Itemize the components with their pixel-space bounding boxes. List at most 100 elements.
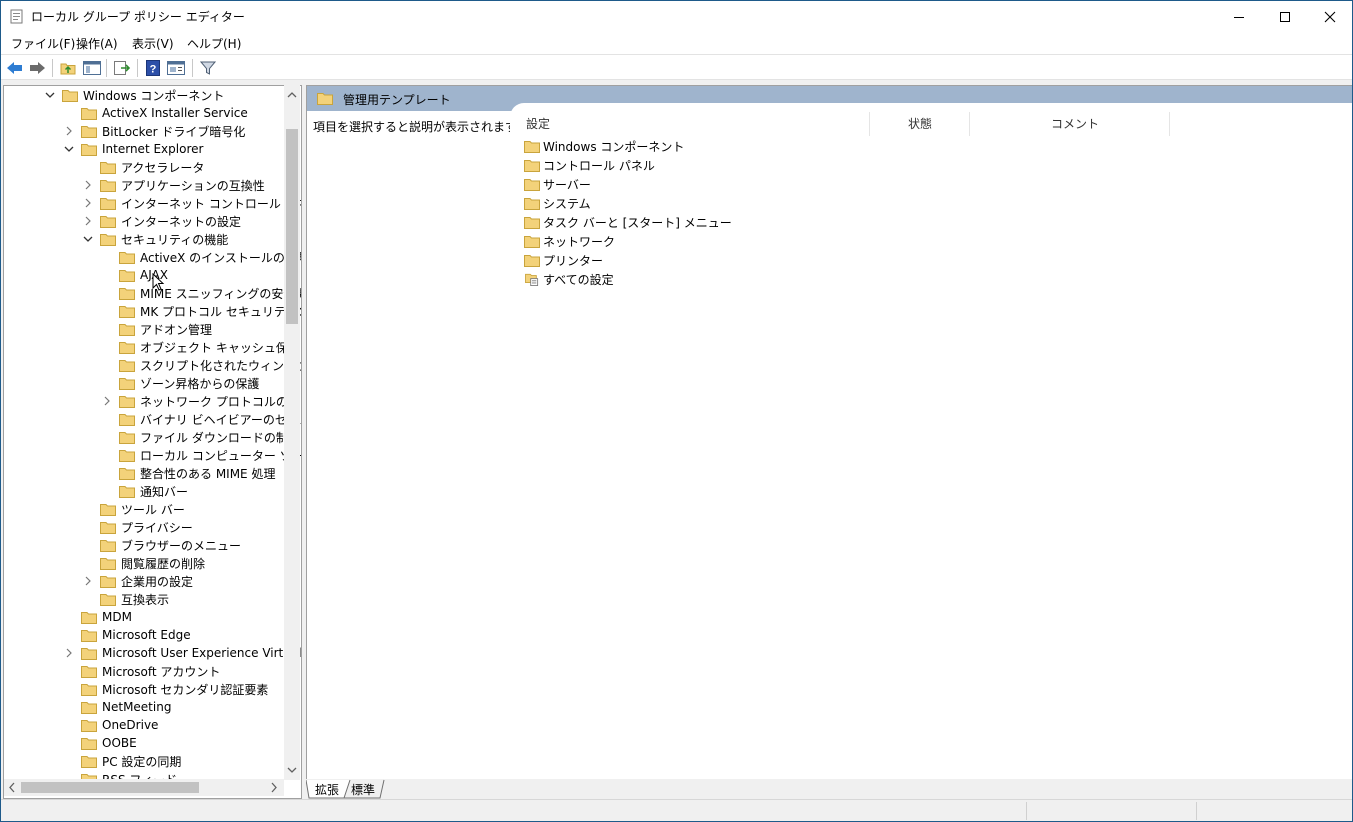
close-button[interactable] (1307, 1, 1352, 32)
tree-item[interactable]: ローカル コンピューター ゾーンのロックダウン (101, 446, 301, 464)
list-item[interactable]: コントロール パネル (524, 156, 655, 174)
filter-button[interactable] (198, 58, 218, 78)
expander (82, 518, 94, 536)
tree-item[interactable]: アクセラレータ (82, 158, 204, 176)
toolbar-separator (106, 59, 107, 77)
folder-icon (119, 413, 135, 426)
list-item[interactable]: すべての設定 (524, 270, 614, 288)
tree-item[interactable]: アドオン管理 (101, 320, 212, 338)
tree-item[interactable]: 互換表示 (82, 590, 169, 608)
tree-item[interactable]: インターネット コントロール パネル (82, 194, 301, 212)
folder-icon (81, 143, 97, 156)
tree-item[interactable]: BitLocker ドライブ暗号化 (63, 122, 245, 140)
tree-item[interactable]: Microsoft Edge (63, 626, 191, 644)
folder-icon (100, 557, 116, 570)
expander-closed-icon[interactable] (82, 572, 94, 590)
expander-open-icon[interactable] (82, 230, 94, 248)
list-item[interactable]: プリンター (524, 251, 603, 269)
expander-closed-icon[interactable] (82, 194, 94, 212)
tree-item[interactable]: プライバシー (82, 518, 193, 536)
tree-item[interactable]: OOBE (63, 734, 137, 752)
tree-item[interactable]: ゾーン昇格からの保護 (101, 374, 259, 392)
up-folder-button[interactable] (58, 58, 78, 78)
folder-icon (81, 611, 97, 624)
tree-item[interactable]: OneDrive (63, 716, 158, 734)
tree-item[interactable]: 通知バー (101, 482, 188, 500)
expander (101, 482, 113, 500)
expander-open-icon[interactable] (63, 140, 75, 158)
scroll-right-icon[interactable] (266, 779, 282, 796)
toolbar-separator (52, 59, 53, 77)
tree-item[interactable]: ファイル ダウンロードの制限 (101, 428, 300, 446)
tree-item[interactable]: セキュリティの機能 (82, 230, 228, 248)
expander (63, 752, 75, 770)
scroll-down-icon[interactable] (284, 762, 300, 778)
minimize-button[interactable] (1216, 1, 1262, 32)
folder-icon (81, 665, 97, 678)
folder-icon (100, 233, 116, 246)
forward-button[interactable] (27, 58, 47, 78)
tree-item[interactable]: ActiveX のインストールの制限 (101, 248, 301, 266)
tree-item[interactable]: インターネットの設定 (82, 212, 241, 230)
tree-item[interactable]: MIME スニッフィングの安全機能 (101, 284, 301, 302)
expander-closed-icon[interactable] (101, 392, 113, 410)
expander-closed-icon[interactable] (63, 122, 75, 140)
tree-item[interactable]: 企業用の設定 (82, 572, 193, 590)
menu-action[interactable]: 操作(A) (76, 35, 118, 52)
svg-text:?: ? (150, 64, 157, 76)
tree-item[interactable]: Microsoft User Experience Virtualization (63, 644, 301, 662)
tree-item[interactable]: ツール バー (82, 500, 185, 518)
tree-item-label: Microsoft Edge (102, 628, 191, 642)
tab-extended[interactable]: 拡張 (315, 781, 339, 798)
maximize-button[interactable] (1262, 1, 1308, 32)
tree-vertical-scroll-thumb[interactable] (286, 129, 298, 324)
tree-item[interactable]: バイナリ ビヘイビアーのセキュリティ制限 (101, 410, 301, 428)
expander-open-icon[interactable] (44, 86, 56, 104)
list-item[interactable]: Windows コンポーネント (524, 137, 684, 155)
column-header-comment[interactable]: コメント (1051, 115, 1099, 132)
tree-item[interactable]: PC 設定の同期 (63, 752, 181, 770)
scroll-left-icon[interactable] (4, 779, 20, 796)
list-item[interactable]: タスク バーと [スタート] メニュー (524, 213, 732, 231)
menu-help[interactable]: ヘルプ(H) (187, 35, 241, 52)
tree-item[interactable]: ActiveX Installer Service (63, 104, 248, 122)
tree-item[interactable]: Windows コンポーネント (44, 86, 224, 104)
tree-item[interactable]: 閲覧履歴の削除 (82, 554, 205, 572)
expander (101, 464, 113, 482)
column-header-state[interactable]: 状態 (908, 115, 932, 132)
tree-horizontal-scroll-thumb[interactable] (21, 782, 199, 793)
expander-closed-icon[interactable] (63, 644, 75, 662)
show-hide-tree-button[interactable] (82, 58, 102, 78)
list-item[interactable]: システム (524, 194, 591, 212)
expander-closed-icon[interactable] (82, 176, 94, 194)
tree-item[interactable]: アプリケーションの互換性 (82, 176, 265, 194)
tree-item[interactable]: MK プロトコル セキュリティの制限 (101, 302, 301, 320)
scroll-up-icon[interactable] (284, 87, 300, 103)
folder-icon (119, 305, 135, 318)
chevron-right-icon (66, 648, 72, 658)
tree-item[interactable]: オブジェクト キャッシュ保護 (101, 338, 300, 356)
tree-item[interactable]: 整合性のある MIME 処理 (101, 464, 275, 482)
expander-closed-icon[interactable] (82, 212, 94, 230)
back-button[interactable] (5, 58, 25, 78)
menu-file[interactable]: ファイル(F) (11, 35, 75, 52)
export-list-button[interactable] (112, 58, 132, 78)
tree-item[interactable]: Microsoft アカウント (63, 662, 220, 680)
tree-item[interactable]: Microsoft セカンダリ認証要素 (63, 680, 268, 698)
tree-item[interactable]: NetMeeting (63, 698, 171, 716)
menu-view[interactable]: 表示(V) (132, 35, 174, 52)
close-icon (1324, 11, 1336, 22)
column-header-setting[interactable]: 設定 (526, 115, 550, 132)
list-item[interactable]: ネットワーク (524, 232, 615, 250)
chevron-right-icon (85, 198, 91, 208)
list-item[interactable]: サーバー (524, 175, 591, 193)
help-button[interactable]: ? (143, 58, 163, 78)
tree-item[interactable]: スクリプト化されたウィンドウのセキュリティ制限 (101, 356, 301, 374)
tree-item[interactable]: ネットワーク プロトコルのロックダウン (101, 392, 301, 410)
tab-standard[interactable]: 標準 (351, 781, 375, 798)
tree-item[interactable]: Internet Explorer (63, 140, 203, 158)
tree-item[interactable]: ブラウザーのメニュー (82, 536, 241, 554)
properties-button[interactable] (166, 58, 186, 78)
tree-item[interactable]: MDM (63, 608, 132, 626)
mouse-cursor-icon (152, 273, 165, 291)
